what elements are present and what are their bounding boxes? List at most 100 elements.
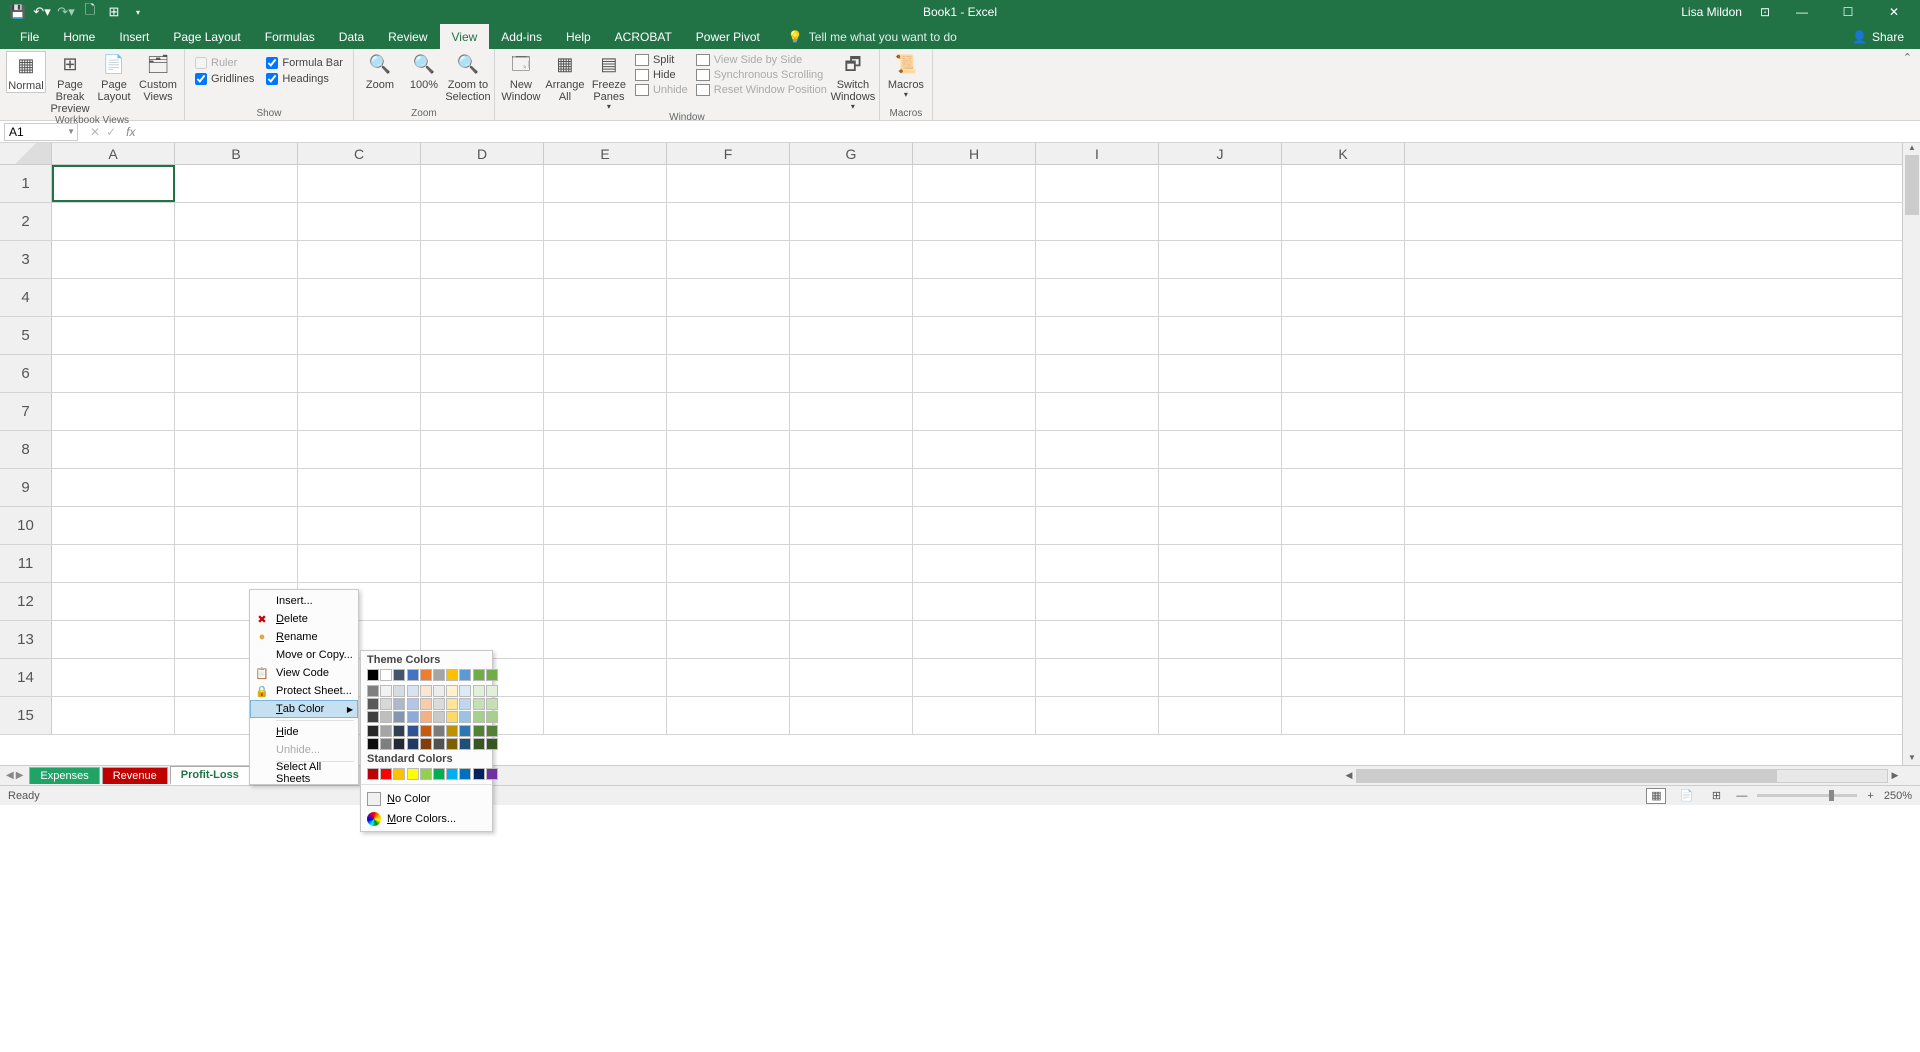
color-swatch[interactable] [393,698,405,710]
row-header[interactable]: 13 [0,621,52,658]
cell[interactable] [1159,507,1282,544]
cell[interactable] [544,659,667,696]
cell[interactable] [421,279,544,316]
cell[interactable] [1282,317,1405,354]
arrange-all-button[interactable]: ▦Arrange All [545,51,585,103]
ribbon-display-icon[interactable]: ⊡ [1760,5,1770,19]
cell[interactable] [1159,317,1282,354]
normal-view-button[interactable]: ▦ Normal [6,51,46,93]
cell[interactable] [1159,583,1282,620]
column-header[interactable]: K [1282,143,1405,164]
cell[interactable] [421,355,544,392]
page-break-status-icon[interactable]: ⊞ [1706,788,1726,804]
touch-mode-icon[interactable]: ⊞ [106,4,122,20]
cell[interactable] [667,241,790,278]
row-header[interactable]: 14 [0,659,52,696]
color-swatch[interactable] [367,685,379,697]
row-header[interactable]: 3 [0,241,52,278]
maximize-button[interactable]: ☐ [1834,2,1862,22]
cell[interactable] [421,393,544,430]
row-header[interactable]: 9 [0,469,52,506]
cell[interactable] [1282,507,1405,544]
cell[interactable] [1282,355,1405,392]
ctx-protect[interactable]: 🔒Protect Sheet... [250,682,358,700]
minimize-button[interactable]: — [1788,2,1816,22]
page-break-button[interactable]: ⊞ Page Break Preview [50,51,90,115]
cell[interactable] [1036,355,1159,392]
color-swatch[interactable] [459,669,471,681]
cell[interactable] [298,317,421,354]
tab-review[interactable]: Review [376,24,439,49]
color-swatch[interactable] [380,768,392,780]
ctx-select-all[interactable]: Select All Sheets [250,764,358,782]
color-swatch[interactable] [446,711,458,723]
cell[interactable] [790,469,913,506]
color-swatch[interactable] [367,669,379,681]
color-swatch[interactable] [380,711,392,723]
cell[interactable] [1036,659,1159,696]
cell[interactable] [667,545,790,582]
color-swatch[interactable] [433,725,445,737]
sheet-tab-expenses[interactable]: Expenses [29,767,99,784]
undo-icon[interactable]: ↶▾ [34,4,50,20]
color-swatch[interactable] [420,669,432,681]
color-swatch[interactable] [380,738,392,750]
color-swatch[interactable] [446,669,458,681]
cell[interactable] [298,279,421,316]
cell[interactable] [913,469,1036,506]
cell[interactable] [298,165,421,202]
cell[interactable] [175,241,298,278]
cell[interactable] [298,507,421,544]
cell[interactable] [913,659,1036,696]
color-swatch[interactable] [367,725,379,737]
cell[interactable] [913,317,1036,354]
cell[interactable] [175,431,298,468]
custom-views-button[interactable]: 🗂 Custom Views [138,51,178,103]
split-button[interactable]: Split [633,53,690,67]
qat-customize-icon[interactable]: ▾ [130,4,146,20]
cell[interactable] [298,545,421,582]
vertical-scrollbar[interactable]: ▲ ▼ [1902,143,1920,765]
cell[interactable] [1159,659,1282,696]
row-header[interactable]: 15 [0,697,52,734]
cell[interactable] [52,203,175,240]
cell[interactable] [1159,241,1282,278]
zoom-selection-button[interactable]: 🔍Zoom to Selection [448,51,488,103]
close-button[interactable]: ✕ [1880,2,1908,22]
cell[interactable] [421,545,544,582]
user-name[interactable]: Lisa Mildon [1681,5,1742,19]
cell[interactable] [298,469,421,506]
color-swatch[interactable] [459,738,471,750]
cell[interactable] [1036,583,1159,620]
color-swatch[interactable] [459,725,471,737]
color-swatch[interactable] [446,698,458,710]
cell[interactable] [544,431,667,468]
cell[interactable] [790,165,913,202]
hscroll-right-icon[interactable]: ▶ [1888,770,1902,781]
column-header[interactable]: J [1159,143,1282,164]
color-swatch[interactable] [459,698,471,710]
column-header[interactable]: C [298,143,421,164]
color-swatch[interactable] [393,669,405,681]
cell[interactable] [1282,545,1405,582]
more-colors-option[interactable]: More Colors... [361,809,492,829]
cell[interactable] [790,659,913,696]
color-swatch[interactable] [380,698,392,710]
cell[interactable] [1036,393,1159,430]
cell[interactable] [1282,241,1405,278]
cell[interactable] [913,241,1036,278]
cell[interactable] [1036,279,1159,316]
column-header[interactable]: I [1036,143,1159,164]
color-swatch[interactable] [446,725,458,737]
column-header[interactable]: A [52,143,175,164]
color-swatch[interactable] [393,685,405,697]
cell[interactable] [175,165,298,202]
color-swatch[interactable] [486,738,498,750]
color-swatch[interactable] [446,738,458,750]
cell[interactable] [1036,469,1159,506]
freeze-panes-button[interactable]: ▤Freeze Panes▾ [589,51,629,112]
cell[interactable] [421,165,544,202]
cell[interactable] [175,469,298,506]
tab-nav-next-icon[interactable]: ▶ [16,770,24,781]
no-color-option[interactable]: No Color [361,789,492,809]
